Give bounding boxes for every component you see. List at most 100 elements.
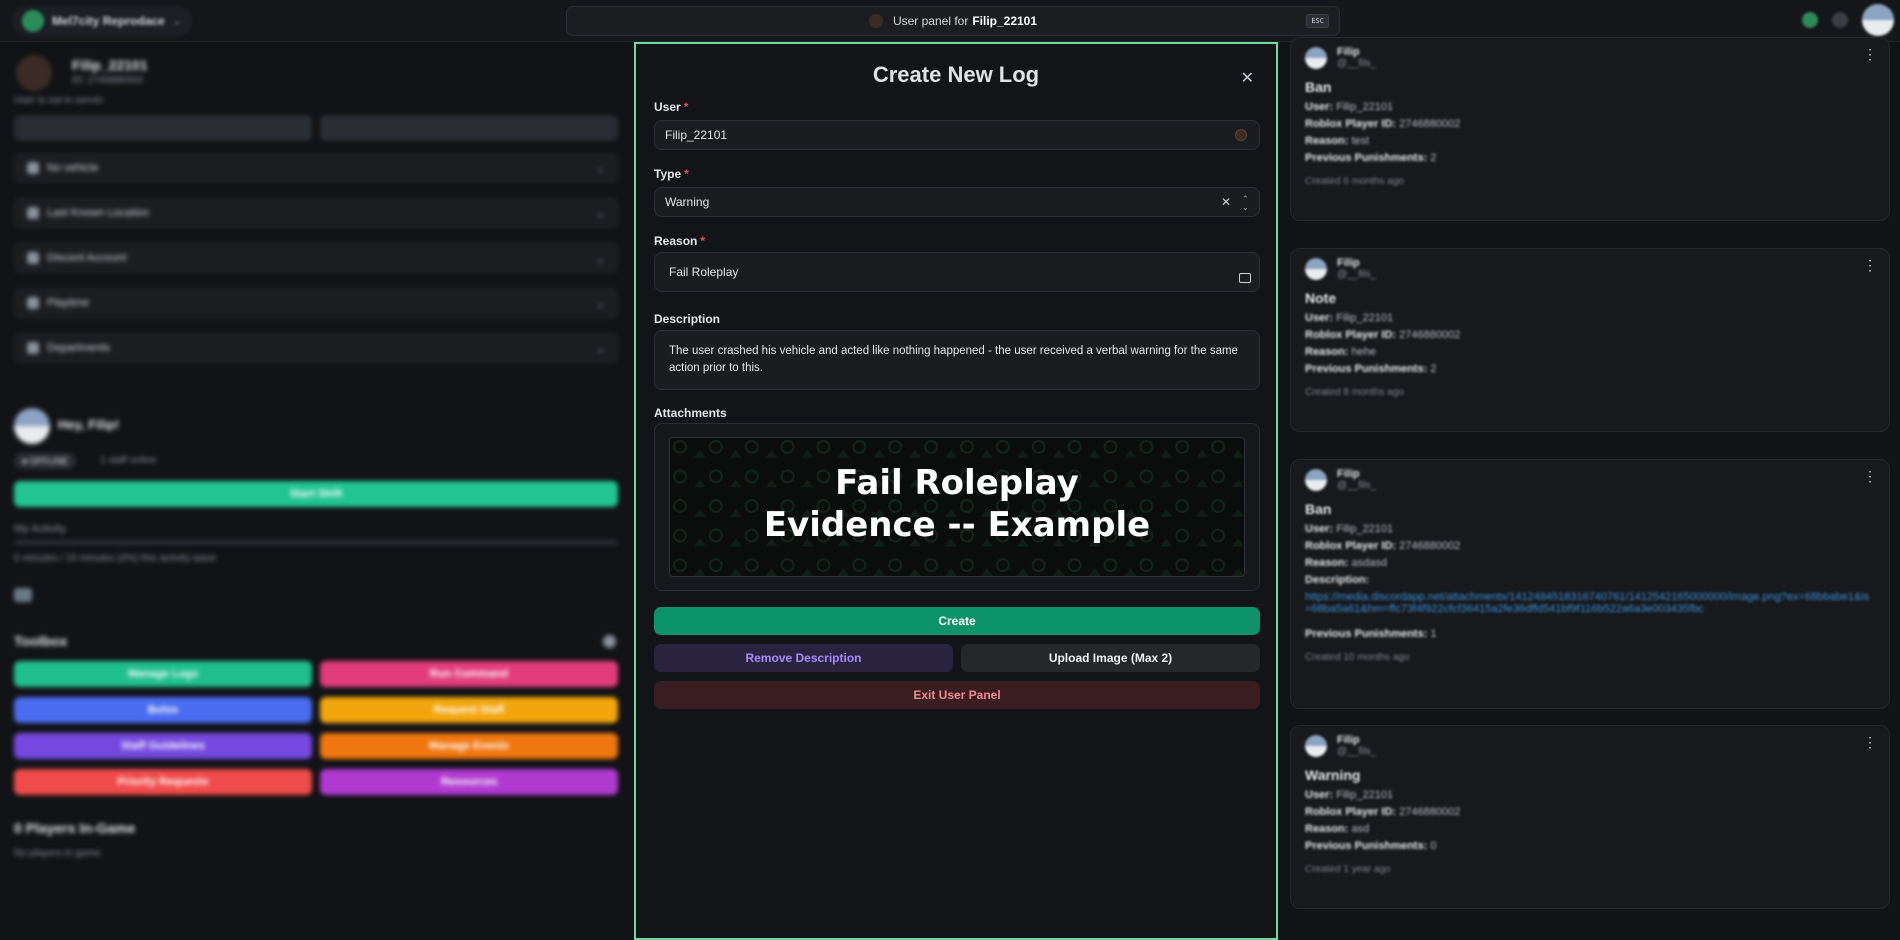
- toolbox-settings-icon[interactable]: [603, 635, 616, 648]
- bolt-icon: [14, 588, 32, 602]
- log-created: Created 10 months ago: [1305, 652, 1410, 663]
- label-text: Type: [654, 167, 682, 181]
- reason-value: Fail Roleplay: [669, 265, 739, 279]
- refresh-button[interactable]: [14, 115, 312, 141]
- profile-avatar: [16, 55, 52, 91]
- more-options-icon[interactable]: ⋮: [1863, 734, 1877, 751]
- players-title: 0 Players In-Game: [14, 820, 136, 836]
- more-options-icon[interactable]: ⋮: [1863, 468, 1877, 485]
- select-arrows-icon: ⌃ ⌄: [1241, 194, 1249, 212]
- stats-button[interactable]: [320, 115, 618, 141]
- log-reason: Reason: hehe: [1305, 346, 1875, 358]
- server-name: Mel7city Reprodace: [52, 14, 165, 28]
- key: Previous Punishments:: [1305, 152, 1428, 164]
- log-player-id: Roblox Player ID: 2746880002: [1305, 118, 1875, 130]
- row-label: Discord Account: [47, 252, 127, 264]
- close-icon[interactable]: ✕: [1241, 68, 1254, 88]
- log-history: Filip @__fils_ ⋮ Ban User: Filip_22101 Ro…: [1290, 37, 1900, 940]
- author-name: Filip: [1337, 734, 1360, 746]
- key: Roblox Player ID:: [1305, 329, 1397, 341]
- profile-status: User is not in server.: [14, 95, 106, 106]
- server-selector[interactable]: Mel7city Reprodace ⌄: [12, 6, 192, 36]
- users-icon: [27, 342, 39, 354]
- book-icon[interactable]: [1239, 273, 1251, 283]
- user-value: Filip_22101: [665, 128, 728, 142]
- account-avatar[interactable]: [1862, 4, 1894, 36]
- bell-icon[interactable]: [1832, 12, 1848, 28]
- key: Roblox Player ID:: [1305, 806, 1397, 818]
- log-created: Created 1 year ago: [1305, 864, 1391, 875]
- status-icon[interactable]: [1802, 12, 1818, 28]
- activity-bar: [14, 540, 618, 545]
- server-icon: [22, 10, 44, 32]
- exit-user-panel-button[interactable]: Exit User Panel: [654, 681, 1260, 709]
- esc-key-badge[interactable]: ESC: [1306, 14, 1329, 28]
- row-departments[interactable]: Departments ⌄: [14, 333, 618, 363]
- clear-icon[interactable]: ✕: [1221, 195, 1231, 209]
- toolbox-bolos[interactable]: Bolos: [14, 697, 312, 723]
- log-prev: Previous Punishments: 2: [1305, 152, 1875, 164]
- toolbox-manage-logs[interactable]: Manage Logs: [14, 661, 312, 687]
- author-avatar: [1305, 257, 1327, 280]
- log-author: Filip @__fils_: [1305, 257, 1875, 280]
- type-select[interactable]: Warning ✕ ⌃ ⌄: [654, 187, 1260, 217]
- log-description: Description:: [1305, 574, 1875, 586]
- log-prev: Previous Punishments: 1: [1305, 628, 1875, 640]
- log-created: Created 6 months ago: [1305, 176, 1404, 187]
- chevron-down-icon: ⌄: [172, 15, 182, 27]
- toolbox-run-command[interactable]: Run Command: [320, 661, 618, 687]
- upload-image-button[interactable]: Upload Image (Max 2): [961, 644, 1260, 672]
- caption-line-2: Evidence -- Example: [763, 505, 1151, 545]
- more-options-icon[interactable]: ⋮: [1863, 46, 1877, 63]
- author-avatar: [1305, 734, 1327, 757]
- toolbox-request-staff[interactable]: Request Staff: [320, 697, 618, 723]
- log-user: User: Filip_22101: [1305, 312, 1875, 324]
- value: 2: [1430, 152, 1437, 164]
- row-discord[interactable]: Discord Account ⌄: [14, 243, 618, 273]
- value: asdasd: [1351, 557, 1387, 569]
- more-options-icon[interactable]: ⋮: [1863, 257, 1877, 274]
- toolbox-manage-events[interactable]: Manage Events: [320, 733, 618, 759]
- description-field[interactable]: The user crashed his vehicle and acted l…: [654, 330, 1260, 390]
- players-text: No players in game.: [14, 848, 103, 859]
- toolbox-resources[interactable]: Resources: [320, 769, 618, 795]
- user-label: User *: [654, 100, 688, 114]
- row-label: Playtime: [47, 297, 90, 309]
- key: User:: [1305, 101, 1334, 113]
- log-type: Note: [1305, 290, 1337, 306]
- description-label: Description: [654, 312, 721, 326]
- chevron-down-icon: ⌄: [595, 297, 605, 310]
- row-location[interactable]: Last Known Location ⌄: [14, 198, 618, 228]
- value: Filip_22101: [1336, 789, 1394, 801]
- log-user: User: Filip_22101: [1305, 101, 1875, 113]
- user-field[interactable]: Filip_22101: [654, 120, 1260, 150]
- toolbox-staff-guidelines[interactable]: Staff Guidelines: [14, 733, 312, 759]
- log-card[interactable]: Filip @__fils_ ⋮ Ban User: Filip_22101 Ro…: [1290, 37, 1890, 221]
- value: Filip_22101: [1336, 312, 1394, 324]
- command-user: Filip_22101: [972, 14, 1038, 28]
- command-bar[interactable]: User panel for Filip_22101 ESC: [566, 6, 1340, 36]
- log-card[interactable]: Filip @__fils_ ⋮ Note User: Filip_22101 R…: [1290, 248, 1890, 432]
- left-panel: Filip_22101 ID: 2746880002 User is not i…: [0, 43, 632, 940]
- author-name: Filip: [1337, 468, 1360, 480]
- key: Description:: [1305, 574, 1370, 586]
- row-playtime[interactable]: Playtime ⌄: [14, 288, 618, 318]
- row-vehicle[interactable]: No vehicle ⌄: [14, 153, 618, 183]
- create-button[interactable]: Create: [654, 607, 1260, 635]
- log-card[interactable]: Filip @__fils_ ⋮ Ban User: Filip_22101 Ro…: [1290, 459, 1890, 709]
- log-reason: Reason: test: [1305, 135, 1875, 147]
- required-mark: *: [684, 167, 689, 181]
- reason-field[interactable]: Fail Roleplay: [654, 252, 1260, 292]
- value: Filip_22101: [1336, 101, 1394, 113]
- toolbox-priority-requests[interactable]: Priority Requests: [14, 769, 312, 795]
- log-author: Filip @__fils_: [1305, 46, 1875, 69]
- log-card[interactable]: Filip @__fils_ ⋮ Warning User: Filip_2210…: [1290, 725, 1890, 909]
- attachment-image[interactable]: Fail Roleplay Evidence -- Example: [669, 437, 1245, 577]
- required-mark: *: [700, 234, 706, 248]
- staff-avatar: [14, 408, 50, 444]
- start-shift-button[interactable]: Start Shift: [14, 481, 618, 507]
- profile-id: ID: 2746880002: [72, 75, 144, 86]
- remove-description-button[interactable]: Remove Description: [654, 644, 953, 672]
- modal-title: Create New Log: [872, 62, 1040, 87]
- description-link[interactable]: https://media.discordapp.net/attachments…: [1305, 591, 1875, 623]
